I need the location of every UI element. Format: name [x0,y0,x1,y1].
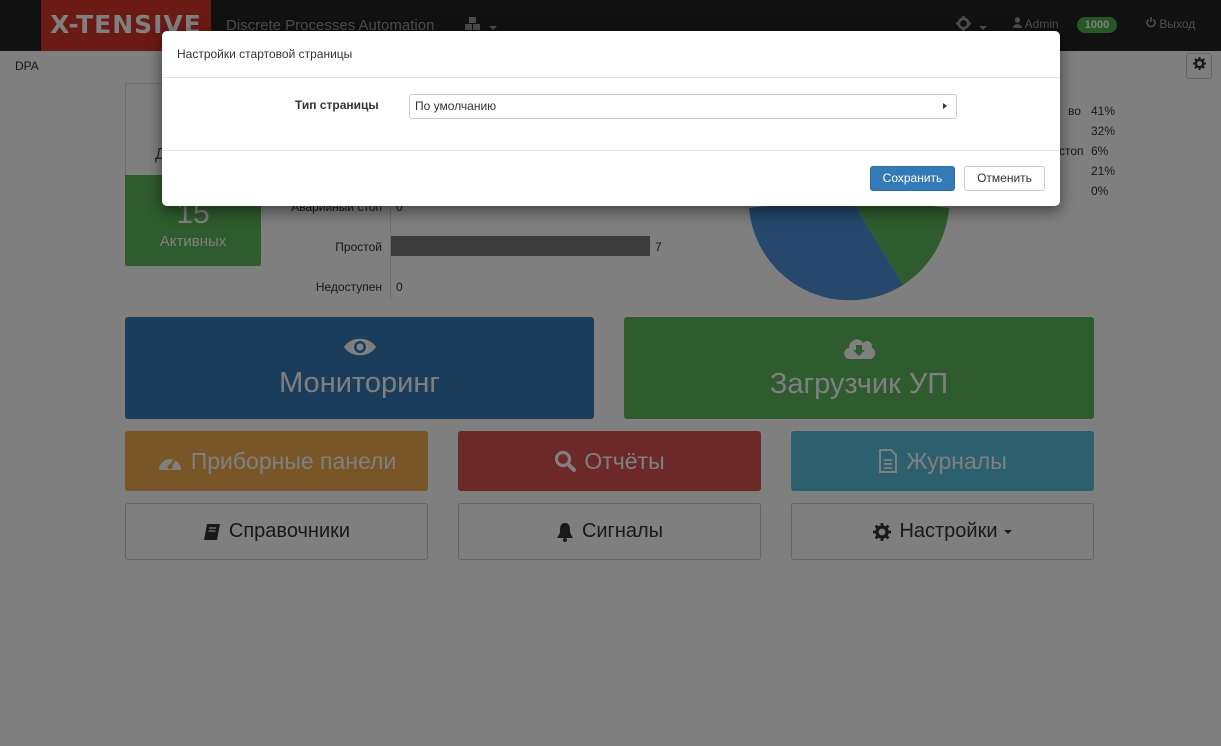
dialog-title: Настройки стартовой страницы [177,47,353,61]
start-page-settings-dialog: Настройки стартовой страницы Тип страниц… [162,31,1060,206]
page-type-value: По умолчанию [415,99,497,113]
caret-right-icon [943,103,947,109]
save-button[interactable]: Сохранить [870,166,955,191]
page-type-select[interactable]: По умолчанию [409,94,957,119]
page-type-label: Тип страницы [295,98,379,112]
dialog-header: Настройки стартовой страницы [162,31,1060,78]
cancel-button[interactable]: Отменить [964,166,1045,191]
